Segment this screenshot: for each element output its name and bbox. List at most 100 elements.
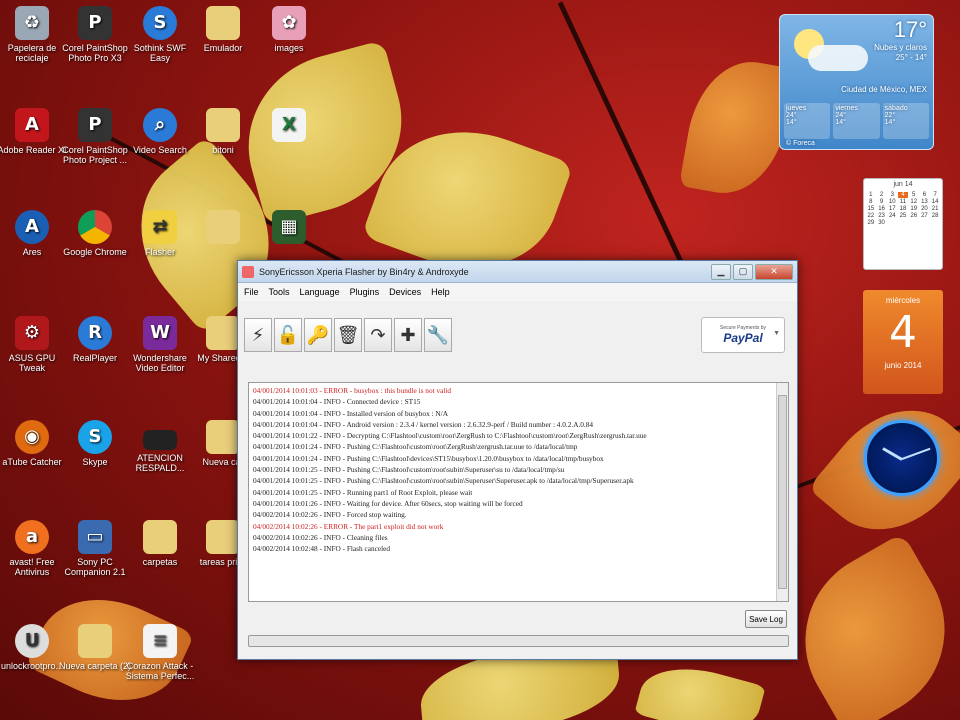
desktop-icon-paintshop[interactable]: P Corel PaintShop Photo Pro X3 — [58, 6, 132, 63]
calendar-day[interactable]: 4 — [898, 192, 908, 198]
calendar-day[interactable]: 3 — [887, 192, 897, 198]
calendar-day[interactable]: 23 — [877, 213, 887, 219]
weather-gadget[interactable]: 17° Nubes y claros 25° - 14° Ciudad de M… — [779, 14, 934, 150]
calendar-day[interactable]: 15 — [866, 206, 876, 212]
calendar-day[interactable]: 28 — [930, 213, 940, 219]
menu-help[interactable]: Help — [431, 287, 450, 297]
maximize-button[interactable]: ▢ — [733, 263, 753, 280]
calendar-day[interactable]: 1 — [866, 192, 876, 198]
menu-tools[interactable]: Tools — [269, 287, 290, 297]
log-line: 04/001/2014 10:01:04 - INFO - Installed … — [253, 408, 448, 418]
calendar-day[interactable]: 24 — [887, 213, 897, 219]
calendar-day[interactable]: 7 — [930, 192, 940, 198]
swf-icon: S — [143, 6, 177, 40]
desktop-icon-app[interactable]: ▦ — [252, 210, 326, 247]
unlockroot-icon: U — [15, 624, 49, 658]
calendar-day-gadget[interactable]: miércoles 4 junio 2014 — [863, 290, 943, 394]
app-icon: ▦ — [272, 210, 306, 244]
scrollbar-thumb[interactable] — [778, 395, 787, 589]
folder-icon — [206, 520, 240, 554]
folder-icon — [78, 624, 112, 658]
excel-file-icon: X — [272, 108, 306, 142]
desktop-icon-emulador[interactable]: Emulador — [186, 6, 260, 53]
calendar-day[interactable]: 18 — [898, 206, 908, 212]
calendar-day[interactable]: 14 — [930, 199, 940, 205]
desktop-icon-corazon-attack[interactable]: ≡ Corazon Attack - Sistema Perfec... — [123, 624, 197, 681]
calendar-day[interactable]: 12 — [909, 199, 919, 205]
log-scrollbar[interactable] — [776, 383, 788, 601]
desktop-icon-sony-pc[interactable]: ▭ Sony PC Companion 2.1 — [58, 520, 132, 577]
desktop-icon-chrome[interactable]: Google Chrome — [58, 210, 132, 257]
desktop-icon-images[interactable]: ✿ images — [252, 6, 326, 53]
key-button[interactable]: 🔑 — [304, 318, 332, 352]
calendar-day[interactable]: 21 — [930, 206, 940, 212]
close-button[interactable]: ✕ — [755, 263, 793, 280]
calendar-day[interactable]: 17 — [887, 206, 897, 212]
wondershare-icon: W — [143, 316, 177, 350]
desktop-icon-excel-file[interactable]: X — [252, 108, 326, 145]
calendar-day[interactable]: 27 — [920, 213, 930, 219]
desktop-icon-folder[interactable] — [186, 210, 260, 247]
calendar-day[interactable]: 29 — [866, 220, 876, 226]
desktop-icon-nueva-carpeta-2[interactable]: Nueva carpeta (2) — [58, 624, 132, 671]
weather-city: Ciudad de México, MEX — [841, 85, 927, 94]
menu-file[interactable]: File — [244, 287, 259, 297]
tools-button[interactable]: 🔧 — [424, 318, 452, 352]
flash-button[interactable]: ⚡ — [244, 318, 272, 352]
calendar-day[interactable]: 19 — [909, 206, 919, 212]
desktop-icon-paintshop-project[interactable]: P Corel PaintShop Photo Project ... — [58, 108, 132, 165]
desktop-icon-bitoni[interactable]: bitoni — [186, 108, 260, 155]
log-line: 04/002/2014 10:02:26 - ERROR - The part1… — [253, 521, 444, 531]
log-line: 04/001/2014 10:01:25 - INFO - Pushing C:… — [253, 476, 634, 486]
calendar-month-title: jun 14 — [893, 181, 913, 188]
weather-forecast: jueves 24° 14° viernes 24° 14° sábado 22… — [784, 103, 929, 139]
weather-temperature: 17° — [893, 17, 927, 42]
desktop-icon-skype[interactable]: S Skype — [58, 420, 132, 467]
menu-devices[interactable]: Devices — [389, 287, 421, 297]
calendar-day[interactable]: 13 — [920, 199, 930, 205]
clock-gadget[interactable] — [862, 410, 942, 510]
forecast-day: sábado 22° 14° — [882, 103, 929, 139]
calendar-day[interactable]: 9 — [877, 199, 887, 205]
calendar-day[interactable]: 22 — [866, 213, 876, 219]
calendar-day[interactable]: 2 — [877, 192, 887, 198]
save-log-button[interactable]: Save Log — [745, 610, 787, 628]
calendar-day[interactable]: 20 — [920, 206, 930, 212]
plus-icon: ✚ — [400, 324, 416, 346]
clock-minute-hand — [901, 447, 931, 460]
calendar-day[interactable]: 25 — [898, 213, 908, 219]
calendar-day[interactable]: 8 — [866, 199, 876, 205]
folder-icon — [206, 420, 240, 454]
calendar-day[interactable]: 11 — [898, 199, 908, 205]
calendar-day[interactable]: 6 — [920, 192, 930, 198]
redo-button[interactable]: ↷ — [364, 318, 392, 352]
desktop-icon-realplayer[interactable]: R RealPlayer — [58, 316, 132, 363]
forecast-day: viernes 24° 14° — [833, 103, 880, 139]
add-button[interactable]: ✚ — [394, 318, 422, 352]
window-titlebar[interactable]: SonyEricsson Xperia Flasher by Bin4ry & … — [238, 261, 797, 283]
paypal-donate-button[interactable]: Secure Payments by PayPal ▼ — [701, 317, 785, 353]
flasher-window[interactable]: SonyEricsson Xperia Flasher by Bin4ry & … — [237, 260, 798, 660]
unlock-icon: 🔓 — [276, 324, 300, 346]
folder-icon — [206, 210, 240, 244]
menu-language[interactable]: Language — [300, 287, 340, 297]
log-line: 04/001/2014 10:01:03 - ERROR - busybox :… — [253, 386, 452, 395]
calendar-day[interactable]: 16 — [877, 206, 887, 212]
trash-button[interactable]: 🗑 — [334, 318, 362, 352]
folder-icon — [143, 520, 177, 554]
calendar-day[interactable]: 5 — [909, 192, 919, 198]
wrench-icon: 🔧 — [426, 324, 450, 346]
calendar-day[interactable]: 26 — [909, 213, 919, 219]
log-lines: 04/001/2014 10:01:03 - ERROR - busybox :… — [249, 383, 788, 554]
minimize-button[interactable]: ▁ — [711, 263, 731, 280]
unlock-button[interactable]: 🔓 — [274, 318, 302, 352]
calendar-day[interactable]: 30 — [877, 220, 887, 226]
log-line: 04/001/2014 10:01:04 - INFO - Connected … — [253, 397, 421, 407]
acrobat-icon: A — [15, 108, 49, 142]
calendar-month-gadget[interactable]: jun 14 1 2 3 4 5 6 7 8 9 10 11 12 13 14 15 16 17 18 19 20 21… — [863, 178, 943, 270]
calendar-day[interactable]: 10 — [887, 199, 897, 205]
menu-plugins[interactable]: Plugins — [350, 287, 380, 297]
log-line: 04/001/2014 10:01:25 - INFO - Pushing C:… — [253, 465, 565, 475]
realplayer-icon: R — [78, 316, 112, 350]
log-panel[interactable]: 04/001/2014 10:01:03 - ERROR - busybox :… — [248, 382, 789, 602]
